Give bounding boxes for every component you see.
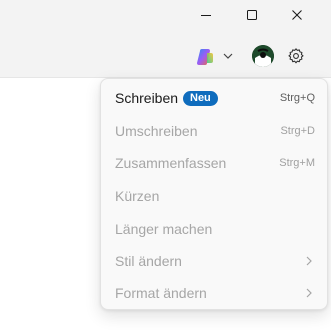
menu-item-format-aendern: Format ändern xyxy=(101,278,327,308)
menu-item-label: Kürzen xyxy=(115,188,160,204)
compose-menu: Schreiben Neu Strg+Q Umschreiben Strg+D … xyxy=(100,78,328,310)
menu-item-kuerzen: Kürzen xyxy=(101,181,327,211)
copilot-icon[interactable] xyxy=(195,47,215,67)
title-bar xyxy=(0,0,331,29)
shortcut-label: Strg+M xyxy=(279,157,315,169)
shortcut-label: Strg+D xyxy=(280,125,315,137)
chevron-down-icon[interactable] xyxy=(222,50,234,62)
menu-item-label: Stil ändern xyxy=(115,253,182,269)
minimize-icon xyxy=(201,14,211,16)
close-button[interactable] xyxy=(274,0,320,29)
menu-item-stil-aendern: Stil ändern xyxy=(101,246,327,276)
maximize-button[interactable] xyxy=(229,0,275,29)
shortcut-label: Strg+Q xyxy=(279,92,315,104)
close-icon xyxy=(292,9,302,20)
menu-item-label: Umschreiben xyxy=(115,123,198,139)
menu-item-label: Länger machen xyxy=(115,221,213,237)
menu-item-laenger-machen: Länger machen xyxy=(101,214,327,244)
chevron-right-icon xyxy=(306,256,312,266)
menu-item-umschreiben: Umschreiben Strg+D xyxy=(101,116,327,146)
menu-item-label: Zusammenfassen xyxy=(115,155,227,171)
new-badge: Neu xyxy=(183,91,218,106)
menu-item-zusammenfassen: Zusammenfassen Strg+M xyxy=(101,148,327,178)
chevron-right-icon xyxy=(306,288,312,298)
menu-item-label: Format ändern xyxy=(115,285,207,301)
profile-avatar[interactable] xyxy=(252,45,274,67)
menu-item-label: Schreiben xyxy=(115,90,179,106)
gear-icon[interactable] xyxy=(287,47,305,65)
maximize-icon xyxy=(247,9,257,20)
menu-item-schreiben[interactable]: Schreiben Neu Strg+Q xyxy=(101,83,327,113)
minimize-button[interactable] xyxy=(183,0,229,29)
browser-toolbar xyxy=(0,37,331,78)
